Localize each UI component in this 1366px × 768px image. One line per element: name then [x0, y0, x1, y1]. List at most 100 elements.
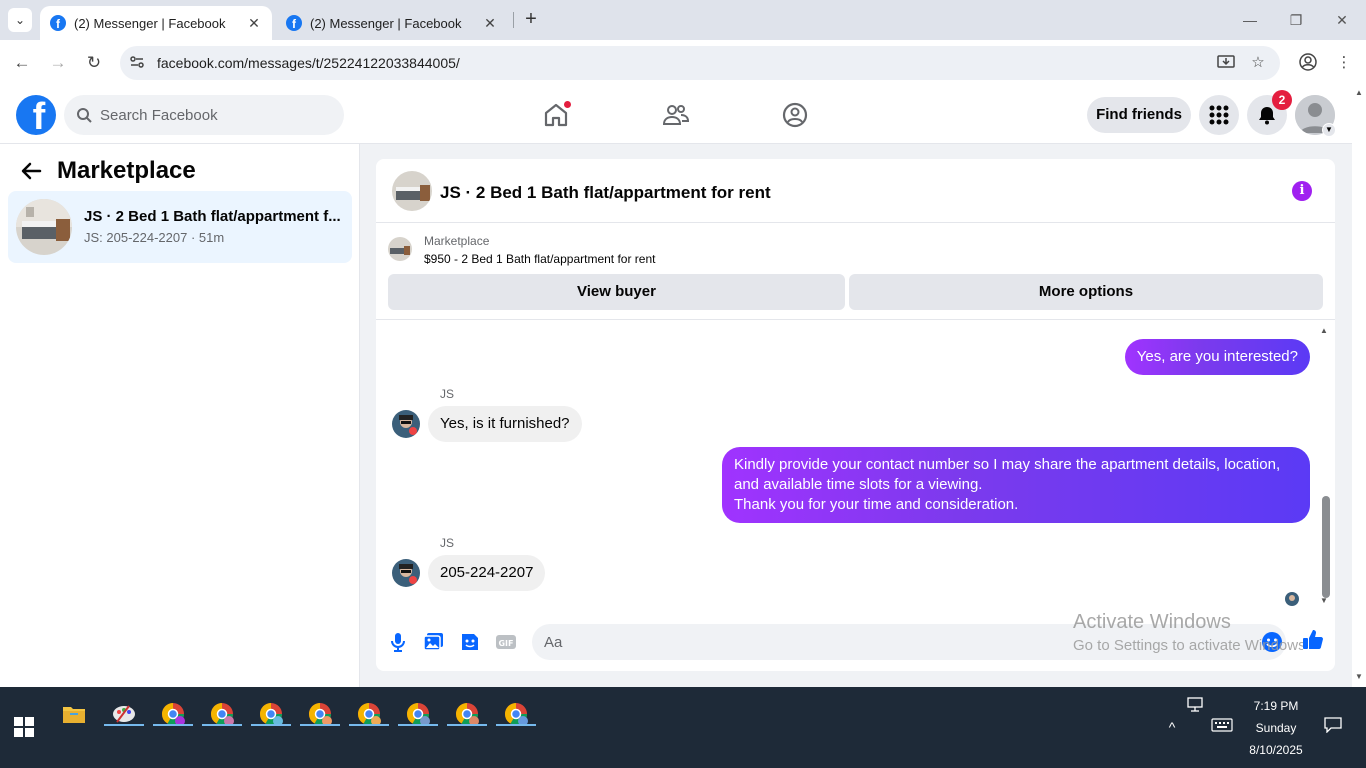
address-bar[interactable]: facebook.com/messages/t/2522412203384400… — [120, 46, 1280, 80]
scroll-down-arrow-icon[interactable]: ▼ — [1355, 672, 1363, 681]
close-window-icon[interactable]: ✕ — [1330, 8, 1354, 32]
chrome-profile-icon[interactable] — [251, 694, 291, 734]
marketplace-label: Marketplace — [424, 234, 490, 248]
app-active-indicator — [251, 724, 291, 726]
scroll-down-arrow-icon[interactable]: ▼ — [1320, 596, 1328, 605]
minimize-icon[interactable]: — — [1238, 8, 1262, 32]
search-input[interactable] — [100, 106, 320, 124]
sender-name: JS — [440, 387, 455, 401]
windows-taskbar: ^ 7:19 PM Sunday 8/10/2025 — [0, 687, 1366, 768]
sender-avatar[interactable] — [392, 410, 420, 438]
app-active-indicator — [202, 724, 242, 726]
marketplace-conversation-list: Marketplace JS · 2 Bed 1 Bath flat/appar… — [0, 144, 360, 687]
message-line: Kindly provide your contact number so I … — [734, 456, 1281, 473]
reload-icon[interactable]: ↻ — [82, 51, 106, 75]
microphone-icon[interactable] — [386, 630, 410, 654]
app-active-indicator — [496, 724, 536, 726]
windows-start-icon[interactable] — [14, 717, 34, 737]
listing-title[interactable]: $950 - 2 Bed 1 Bath flat/appartment for … — [424, 252, 655, 266]
message-thread[interactable]: Yes, are you interested? JS Yes, is it f… — [376, 320, 1335, 610]
app-active-indicator — [153, 724, 193, 726]
sender-avatar[interactable] — [392, 559, 420, 587]
sticker-icon[interactable] — [458, 630, 482, 654]
tab-search-chevron-icon[interactable]: ⌄ — [8, 8, 32, 32]
chevron-down-icon[interactable]: ▼ — [1322, 123, 1336, 137]
message-composer: GIF — [376, 615, 1335, 671]
new-tab-plus-icon[interactable]: + — [520, 8, 542, 30]
search-icon — [77, 108, 92, 123]
bookmark-star-icon[interactable]: ☆ — [1248, 53, 1268, 73]
browser-menu-icon[interactable]: ⋮ — [1334, 53, 1354, 73]
notification-center-icon[interactable] — [1322, 717, 1344, 737]
groups-icon[interactable] — [781, 101, 809, 129]
show-hidden-icons-chevron-icon[interactable]: ^ — [1161, 717, 1183, 737]
info-icon[interactable]: i — [1292, 181, 1312, 201]
message-incoming[interactable]: Yes, is it furnished? — [428, 406, 582, 442]
chrome-profile-icon[interactable] — [447, 694, 487, 734]
chrome-profile-icon[interactable] — [300, 694, 340, 734]
conversation-item[interactable]: JS · 2 Bed 1 Bath flat/appartment f... J… — [8, 191, 352, 263]
message-outgoing[interactable]: Kindly provide your contact number so I … — [722, 447, 1310, 523]
find-friends-button[interactable]: Find friends — [1087, 97, 1191, 133]
chrome-profile-icon[interactable] — [496, 694, 536, 734]
back-arrow-icon[interactable] — [20, 160, 44, 184]
chat-title[interactable]: JS · 2 Bed 1 Bath flat/appartment for re… — [440, 183, 771, 203]
more-options-button[interactable]: More options — [849, 274, 1323, 310]
chrome-profile-icon[interactable] — [202, 694, 242, 734]
facebook-search-box[interactable] — [64, 95, 344, 135]
facebook-header: f Find friends — [0, 86, 1352, 144]
keyboard-icon[interactable] — [1211, 717, 1233, 737]
conversation-preview: JS: 205-224-2207 · 51m — [84, 230, 225, 245]
restore-icon[interactable]: ❐ — [1284, 8, 1308, 32]
like-thumb-icon[interactable] — [1301, 628, 1325, 652]
taskbar-day[interactable]: Sunday — [1236, 721, 1316, 735]
page-scrollbar[interactable]: ▲ ▼ — [1352, 86, 1366, 687]
friends-icon[interactable] — [662, 101, 690, 129]
bell-icon — [1259, 107, 1275, 125]
scroll-up-arrow-icon[interactable]: ▲ — [1320, 326, 1328, 335]
file-explorer-icon[interactable] — [54, 694, 94, 734]
scrollbar-thumb[interactable] — [1322, 496, 1330, 598]
page-title: Marketplace — [57, 157, 196, 184]
listing-thumbnail-small — [388, 237, 412, 261]
emoji-icon[interactable] — [1261, 631, 1283, 653]
chrome-profile-icon[interactable] — [153, 694, 193, 734]
network-icon[interactable] — [1185, 697, 1207, 717]
gif-icon[interactable]: GIF — [494, 630, 518, 654]
facebook-logo-icon[interactable]: f — [16, 95, 56, 135]
message-incoming[interactable]: 205-224-2207 — [428, 555, 546, 591]
app-active-indicator — [398, 724, 438, 726]
chrome-profile-icon[interactable] — [349, 694, 389, 734]
chrome-profile-icon[interactable] — [398, 694, 438, 734]
view-buyer-button[interactable]: View buyer — [388, 274, 845, 310]
listing-avatar[interactable] — [392, 171, 432, 211]
tab-title: (2) Messenger | Facebook — [74, 15, 226, 31]
url-text[interactable]: facebook.com/messages/t/2522412203384400… — [157, 55, 460, 71]
profile-icon[interactable] — [1298, 53, 1318, 73]
taskbar-time[interactable]: 7:19 PM — [1236, 699, 1316, 713]
marketplace-listing-bar: Marketplace $950 - 2 Bed 1 Bath flat/app… — [376, 223, 1335, 320]
message-input[interactable] — [532, 624, 1286, 660]
message-scrollbar[interactable]: ▲ ▼ — [1320, 326, 1332, 606]
svg-text:GIF: GIF — [498, 639, 513, 648]
taskbar-date[interactable]: 8/10/2025 — [1236, 743, 1316, 757]
app-active-indicator — [447, 724, 487, 726]
menu-grid-button[interactable] — [1199, 95, 1239, 135]
photo-icon[interactable] — [422, 630, 446, 654]
close-tab-icon[interactable]: ✕ — [246, 15, 262, 32]
paint-app-icon[interactable] — [104, 694, 144, 734]
browser-tab-2[interactable]: f (2) Messenger | Facebook ✕ — [276, 6, 508, 40]
grid-icon — [1209, 105, 1229, 125]
message-outgoing[interactable]: Yes, are you interested? — [1124, 339, 1310, 375]
tab-title: (2) Messenger | Facebook — [310, 15, 462, 31]
scroll-up-arrow-icon[interactable]: ▲ — [1355, 88, 1363, 97]
message-line: and available time slots for a viewing. — [734, 476, 983, 493]
forward-arrow-icon[interactable]: → — [46, 51, 70, 75]
close-tab-icon[interactable]: ✕ — [482, 15, 498, 32]
chat-pane: JS · 2 Bed 1 Bath flat/appartment for re… — [376, 159, 1335, 671]
install-app-icon[interactable] — [1216, 53, 1236, 73]
back-arrow-icon[interactable]: ← — [10, 51, 34, 75]
browser-tab-1[interactable]: f (2) Messenger | Facebook ✕ — [40, 6, 272, 40]
site-settings-icon[interactable] — [128, 54, 146, 72]
chat-header: JS · 2 Bed 1 Bath flat/appartment for re… — [376, 159, 1335, 223]
